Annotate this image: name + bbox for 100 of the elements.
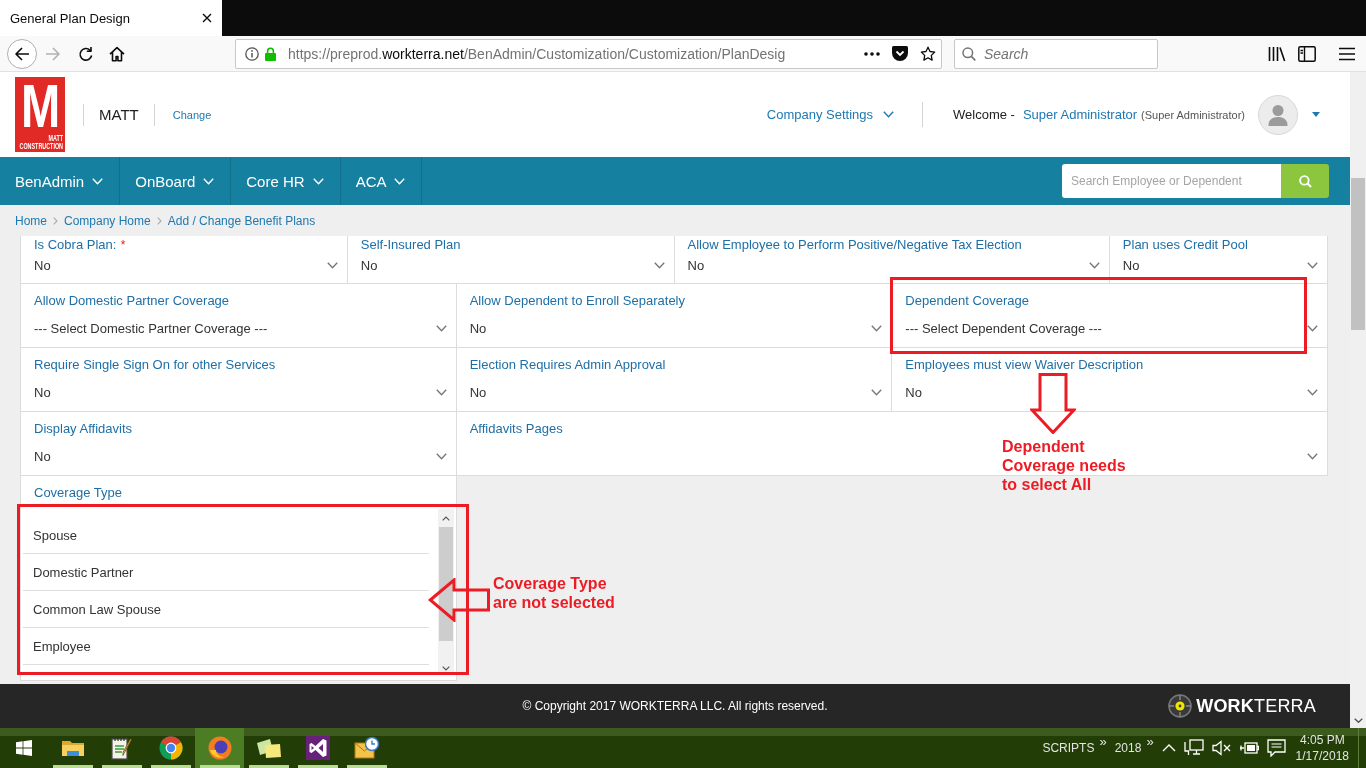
chevron-down-icon	[92, 177, 104, 185]
close-icon[interactable]	[202, 13, 212, 23]
scrollbar-thumb[interactable]	[439, 527, 453, 641]
muted-speaker-icon[interactable]	[1211, 740, 1231, 756]
search-icon	[1298, 174, 1312, 188]
logo-caption: MATT CONSTRUCTION	[18, 134, 63, 150]
list-option[interactable]: Common Law Spouse	[23, 591, 429, 628]
annotation-arrow	[1030, 373, 1076, 434]
back-arrow-icon	[14, 46, 30, 61]
change-link[interactable]: Change	[172, 108, 212, 121]
url-text: https://preprod.workterra.net/BenAdmin/Customization/Customization/PlanDesig	[288, 45, 787, 62]
bookshelf-icon[interactable]	[1268, 45, 1286, 62]
field-label: Coverage Type	[34, 485, 123, 501]
notepad-icon	[110, 736, 133, 760]
clock-date[interactable]: 1/17/2018	[1295, 748, 1349, 764]
logo-letter: M	[21, 81, 59, 131]
chevron-down-icon	[1307, 324, 1318, 332]
chevron-down-icon	[435, 324, 447, 332]
ribbon-logo-icon	[305, 736, 330, 760]
star-icon[interactable]	[920, 45, 936, 62]
list-option[interactable]: Spouse	[23, 517, 429, 554]
scrollbar-thumb[interactable]	[1351, 178, 1365, 330]
home-icon	[109, 45, 125, 62]
select-field[interactable]: --- Select Domestic Partner Coverage ---	[34, 313, 447, 343]
chevron-down-icon	[312, 177, 324, 185]
brand-name: WORKTERRA	[1196, 695, 1316, 717]
chevron-down-icon	[871, 388, 883, 396]
breadcrumb-link[interactable]: Home	[15, 213, 47, 228]
annotation-arrow	[428, 578, 490, 622]
chevron-down-icon	[435, 388, 447, 396]
taskbar-button[interactable]	[195, 728, 244, 768]
chevron-up-icon[interactable]	[1161, 744, 1176, 752]
chevron-right-icon	[156, 216, 162, 225]
list-option[interactable]: Employee	[23, 628, 429, 665]
select-field[interactable]: No	[469, 377, 883, 407]
notification-icon[interactable]	[1266, 739, 1286, 757]
start-icon	[16, 740, 32, 756]
employee-search-field[interactable]: Search Employee or Dependent	[1062, 164, 1281, 198]
select-field[interactable]: No	[360, 253, 665, 277]
chevron-down-icon	[1307, 452, 1318, 460]
chevron-down-icon	[883, 111, 894, 118]
caret-icon[interactable]	[1312, 112, 1320, 117]
chevron-down-icon	[326, 261, 338, 269]
select-field[interactable]: No	[34, 377, 447, 407]
select-field[interactable]: No	[34, 253, 338, 277]
target-icon	[1168, 694, 1193, 718]
user-role: (Super Administrator)	[1141, 108, 1245, 121]
field-label: Self-Insured Plan	[360, 237, 462, 253]
company-name: MATT	[99, 106, 139, 123]
field-label: Allow Dependent to Enroll Separately	[469, 293, 686, 309]
avatar-icon[interactable]	[1258, 94, 1298, 135]
sidebar-icon[interactable]	[1298, 45, 1316, 62]
breadcrumb-link[interactable]: Company Home	[64, 213, 151, 228]
field-label: Display Affidavits	[34, 421, 134, 437]
toolbar-expander[interactable]: »	[1099, 734, 1107, 749]
field-label: Allow Domestic Partner Coverage	[34, 293, 231, 309]
field-label: Employees must view Waiver Description	[905, 357, 1145, 373]
chevron-down-icon	[435, 452, 447, 460]
field-label: Dependent Coverage	[905, 293, 1030, 309]
select-field[interactable]: No	[469, 313, 883, 343]
menu-icon[interactable]	[1339, 46, 1355, 61]
chevron-down-icon	[1307, 261, 1318, 269]
info-icon[interactable]	[245, 46, 259, 61]
toolbar-label[interactable]: SCRIPTS	[1042, 741, 1095, 755]
sticky-notes-icon	[255, 737, 282, 759]
select-field[interactable]: No	[34, 441, 447, 471]
network-icon[interactable]	[1183, 739, 1204, 757]
breadcrumb-link[interactable]: Add / Change Benefit Plans	[167, 213, 316, 228]
back-button[interactable]	[7, 38, 37, 69]
copyright-text: © Copyright 2017 WORKTERRA LLC. All rights reserved.	[522, 699, 828, 713]
list-option[interactable]: Domestic Partner	[23, 554, 429, 591]
select-field[interactable]: No	[1122, 253, 1318, 277]
chevron-down-icon	[871, 324, 883, 332]
list-box[interactable]: Spouse Domestic Partner Common Law Spouse Employee	[23, 509, 454, 674]
annotation-note: Coverage Type are not selected	[493, 574, 616, 612]
shield-chevron-icon[interactable]	[892, 46, 908, 61]
field-label: Plan uses Credit Pool	[1122, 237, 1249, 253]
select-field[interactable]: No	[905, 377, 1318, 407]
clock-time[interactable]: 4:05 PM	[1299, 732, 1345, 748]
field-label: Require Single Sign On for other Services	[34, 357, 277, 373]
chevron-down-icon	[1088, 261, 1100, 269]
select-field[interactable]: No	[687, 253, 1100, 277]
chevron-down-icon	[653, 261, 665, 269]
envelope-clock-icon	[353, 736, 380, 760]
browser-tab[interactable]: General Plan Design	[0, 0, 222, 36]
company-settings-menu[interactable]: Company Settings	[766, 107, 894, 122]
address-bar[interactable]: https://preprod.workterra.net/BenAdmin/Customization/Customization/PlanDesig	[235, 38, 942, 69]
toolbar-label[interactable]: 2018	[1114, 741, 1142, 755]
search-field[interactable]: Search	[954, 38, 1158, 69]
toolbar-expander[interactable]: »	[1146, 734, 1154, 749]
select-field[interactable]: --- Select Dependent Coverage ---	[905, 313, 1318, 343]
chevron-right-icon	[53, 216, 58, 225]
field-label: Election Requires Admin Approval	[469, 357, 667, 373]
search-icon	[962, 46, 976, 61]
welcome-text: Welcome -	[953, 107, 1015, 122]
user-name-link[interactable]: Super Administrator	[1022, 107, 1138, 122]
field-label: Is Cobra Plan: *	[34, 237, 127, 253]
battery-icon[interactable]	[1238, 741, 1259, 755]
more-icon[interactable]	[864, 51, 880, 56]
folder-icon	[60, 738, 85, 758]
